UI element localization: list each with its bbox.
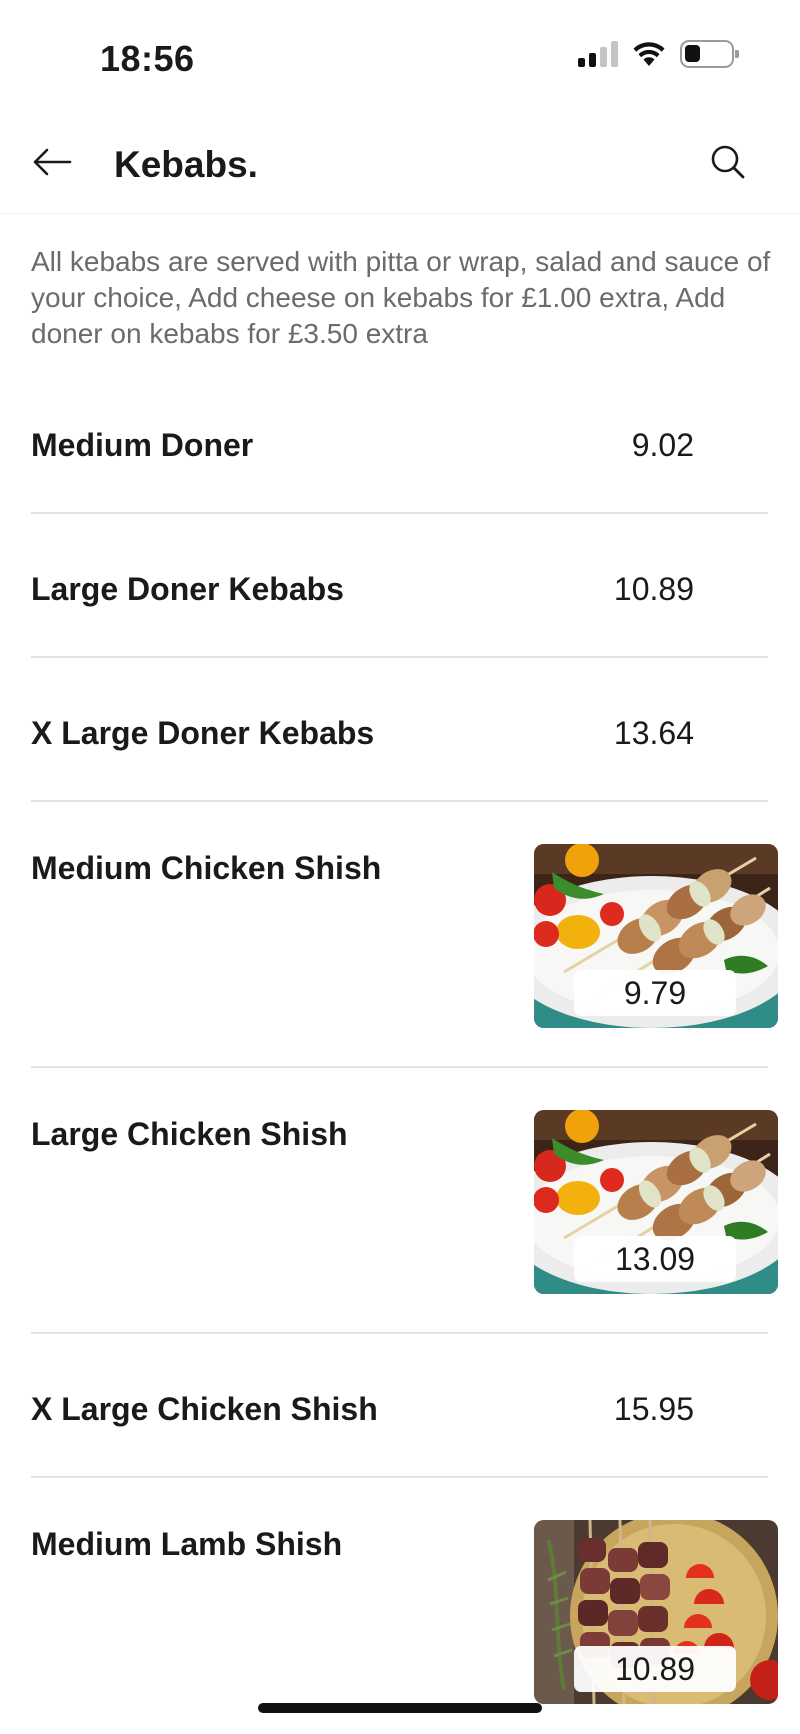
menu-item-price: 10.89	[613, 571, 694, 607]
home-indicator[interactable]	[258, 1703, 542, 1713]
status-icons	[578, 40, 739, 68]
status-bar: 18:56	[0, 0, 800, 110]
status-time: 18:56	[100, 38, 195, 79]
lamb-shish-photo[interactable]: 10.89	[534, 1520, 778, 1704]
wifi-icon	[633, 42, 665, 66]
menu-item-name: Medium Doner	[31, 427, 254, 463]
menu-item-price: 10.89	[574, 1646, 736, 1692]
menu-item[interactable]: Medium Lamb Shish 10.89	[0, 1478, 800, 1718]
back-button[interactable]	[28, 138, 76, 186]
search-button[interactable]	[706, 140, 750, 184]
battery-icon	[680, 40, 739, 68]
category-description: All kebabs are served with pitta or wrap…	[31, 246, 771, 349]
menu-item[interactable]: Medium Chicken Shish 9.79	[0, 802, 800, 1068]
cellular-signal-icon	[578, 41, 618, 67]
chicken-shish-photo[interactable]: 9.79	[534, 844, 778, 1028]
menu-item-price: 13.09	[574, 1236, 736, 1282]
menu-item-name: Large Chicken Shish	[31, 1116, 348, 1152]
menu-item-name: Medium Chicken Shish	[31, 850, 382, 886]
menu-item-name: Medium Lamb Shish	[31, 1526, 343, 1562]
chicken-shish-photo[interactable]: 13.09	[534, 1110, 778, 1294]
menu-item[interactable]: X Large Chicken Shish 15.95	[0, 1334, 800, 1478]
menu-item-name: X Large Chicken Shish	[31, 1391, 378, 1427]
menu-item-name: X Large Doner Kebabs	[31, 715, 375, 751]
menu-item[interactable]: Medium Doner 9.02	[0, 370, 800, 514]
menu-item[interactable]: X Large Doner Kebabs 13.64	[0, 658, 800, 802]
page-title: Kebabs.	[114, 144, 258, 185]
search-icon	[711, 145, 745, 179]
menu-item-price: 15.95	[613, 1391, 694, 1427]
menu-list: Medium Doner 9.02 Large Doner Kebabs 10.…	[0, 370, 800, 1718]
menu-item[interactable]: Large Doner Kebabs 10.89	[0, 514, 800, 658]
page-header: Kebabs.	[0, 110, 800, 214]
menu-item[interactable]: Large Chicken Shish 13.09	[0, 1068, 800, 1334]
menu-item-name: Large Doner Kebabs	[31, 571, 344, 607]
menu-item-price: 9.79	[574, 970, 736, 1016]
menu-item-price: 9.02	[631, 427, 694, 463]
arrow-left-icon	[33, 148, 72, 176]
menu-item-price: 13.64	[613, 715, 694, 751]
